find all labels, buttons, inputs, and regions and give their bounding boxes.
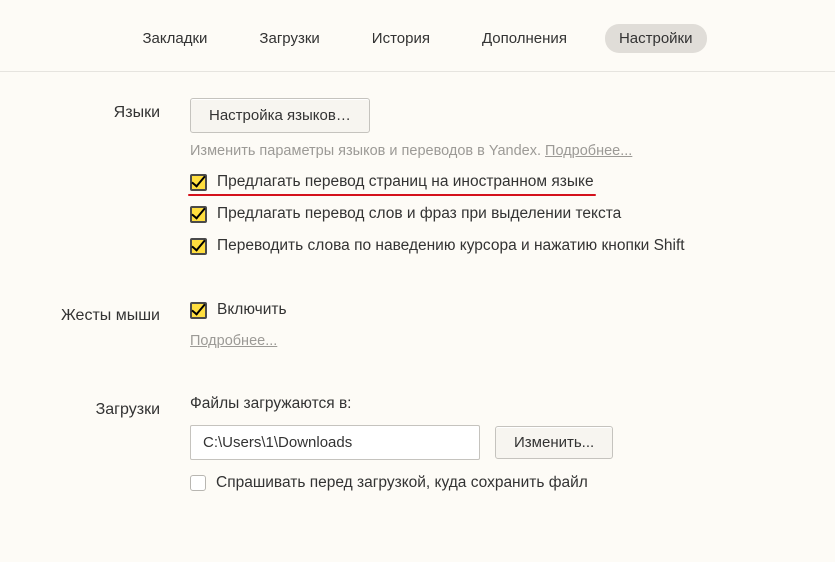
languages-more-link[interactable]: Подробнее... <box>545 143 632 159</box>
checkbox-label-ask-before-download: Спрашивать перед загрузкой, куда сохрани… <box>216 474 588 492</box>
highlight-underline <box>188 194 596 197</box>
checkbox-translate-words[interactable] <box>190 206 207 223</box>
tab-settings[interactable]: Настройки <box>605 24 707 53</box>
checkbox-label-translate-hover: Переводить слова по наведению курсора и … <box>217 237 685 255</box>
gestures-more-link[interactable]: Подробнее... <box>190 333 277 349</box>
section-label-downloads: Загрузки <box>0 395 190 419</box>
language-settings-button[interactable]: Настройка языков… <box>190 98 370 133</box>
checkbox-ask-before-download[interactable] <box>190 475 206 491</box>
section-label-languages: Языки <box>0 98 190 122</box>
section-gestures: Жесты мыши Включить Подробнее... <box>0 301 835 349</box>
checkbox-translate-pages[interactable] <box>190 174 207 191</box>
checkbox-row-translate-words: Предлагать перевод слов и фраз при выдел… <box>190 205 785 223</box>
checkbox-label-gestures-enable: Включить <box>217 301 287 319</box>
section-label-gestures: Жесты мыши <box>0 301 190 325</box>
downloads-path-input[interactable] <box>190 425 480 460</box>
tab-bookmarks[interactable]: Закладки <box>129 24 222 53</box>
tab-downloads[interactable]: Загрузки <box>245 24 333 53</box>
checkbox-row-translate-hover: Переводить слова по наведению курсора и … <box>190 237 785 255</box>
settings-content: Языки Настройка языков… Изменить парамет… <box>0 72 835 492</box>
checkbox-gestures-enable[interactable] <box>190 302 207 319</box>
languages-hint-text: Изменить параметры языков и переводов в … <box>190 143 545 159</box>
tab-history[interactable]: История <box>358 24 444 53</box>
settings-tabs: Закладки Загрузки История Дополнения Нас… <box>0 0 835 72</box>
languages-hint: Изменить параметры языков и переводов в … <box>190 143 785 159</box>
section-languages: Языки Настройка языков… Изменить парамет… <box>0 98 835 255</box>
checkbox-label-translate-pages: Предлагать перевод страниц на иностранно… <box>217 173 594 191</box>
checkbox-label-translate-words: Предлагать перевод слов и фраз при выдел… <box>217 205 621 223</box>
downloads-change-button[interactable]: Изменить... <box>495 426 613 459</box>
downloads-files-label: Файлы загружаются в: <box>190 395 785 413</box>
checkbox-translate-hover[interactable] <box>190 238 207 255</box>
checkbox-row-translate-pages: Предлагать перевод страниц на иностранно… <box>190 173 785 191</box>
tab-addons[interactable]: Дополнения <box>468 24 581 53</box>
section-downloads: Загрузки Файлы загружаются в: Изменить..… <box>0 395 835 492</box>
